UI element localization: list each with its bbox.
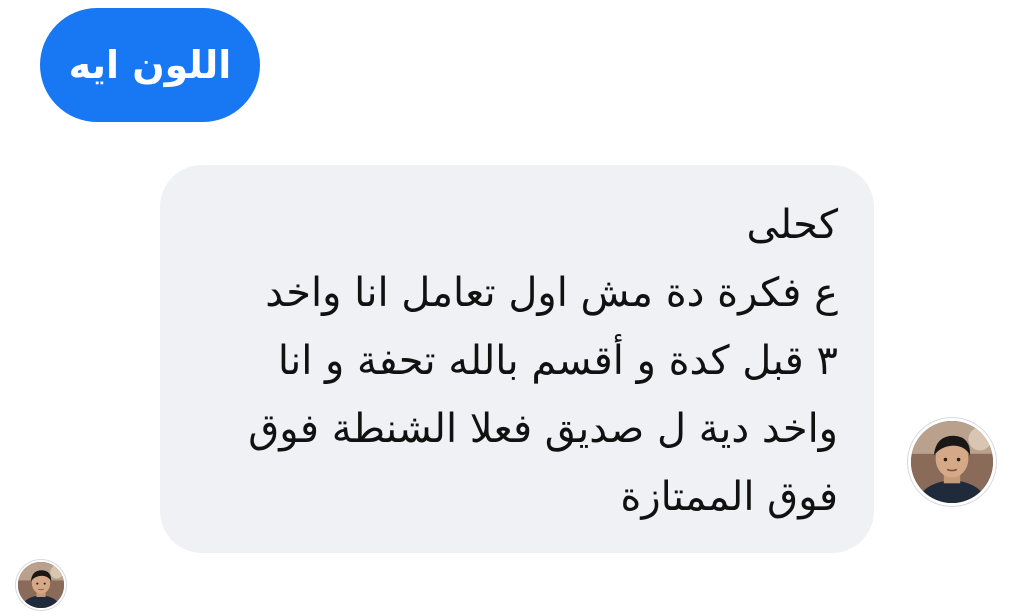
user-avatar[interactable] [16, 560, 66, 610]
message-line: فوق الممتازة [620, 474, 838, 520]
avatar-icon [18, 562, 64, 608]
message-line: ع فكرة دة مش اول تعامل انا واخد [265, 270, 838, 316]
message-line: ٣ قبل كدة و أقسم بالله تحفة و انا [277, 338, 838, 384]
sent-message-bubble[interactable]: اللون ايه [40, 8, 260, 122]
avatar-icon [911, 421, 993, 503]
sent-message-text: اللون ايه [68, 43, 232, 87]
received-message-text: كحلى ع فكرة دة مش اول تعامل انا واخد ٣ ق… [200, 191, 838, 531]
received-message-bubble[interactable]: كحلى ع فكرة دة مش اول تعامل انا واخد ٣ ق… [160, 165, 874, 553]
sender-avatar[interactable] [908, 418, 996, 506]
message-line: واخد دية ل صديق فعلا الشنطة فوق [248, 406, 838, 452]
message-line: كحلى [746, 202, 838, 248]
